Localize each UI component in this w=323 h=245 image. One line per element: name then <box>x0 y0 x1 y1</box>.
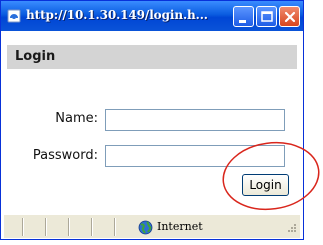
resize-grip-icon[interactable] <box>285 223 297 235</box>
minimize-button[interactable] <box>233 6 254 27</box>
status-separator <box>114 218 115 236</box>
popup-window: http://10.1.30.149/login.h... Login Name… <box>0 0 304 240</box>
status-separator <box>68 218 69 236</box>
status-separator <box>91 218 92 236</box>
status-separator <box>45 218 46 236</box>
login-header: Login <box>7 45 297 69</box>
security-zone-label: Internet <box>157 220 203 233</box>
title-bar[interactable]: http://10.1.30.149/login.h... <box>1 1 303 31</box>
globe-icon <box>138 220 153 235</box>
password-label: Password: <box>32 148 98 163</box>
maximize-icon <box>261 11 273 22</box>
ie-page-icon <box>7 9 21 23</box>
window-title: http://10.1.30.149/login.h... <box>26 8 208 22</box>
minimize-icon <box>239 20 246 23</box>
login-button[interactable]: Login <box>242 174 289 196</box>
password-field[interactable] <box>105 145 285 167</box>
login-heading: Login <box>15 49 56 64</box>
page-content: Login Name: Password: Login <box>4 31 300 211</box>
maximize-button[interactable] <box>256 6 277 27</box>
name-field[interactable] <box>105 109 285 131</box>
name-label: Name: <box>55 111 98 126</box>
close-icon <box>284 11 296 23</box>
status-bar: Internet <box>4 214 300 238</box>
screenshot: http://10.1.30.149/login.h... Login Name… <box>0 0 323 245</box>
status-separator <box>22 218 23 236</box>
close-button[interactable] <box>279 6 300 27</box>
